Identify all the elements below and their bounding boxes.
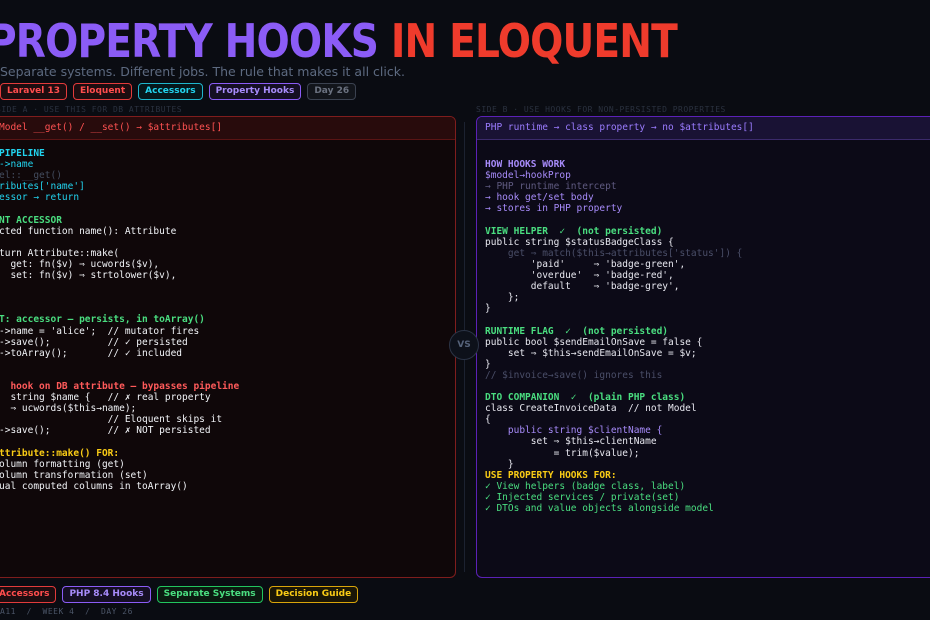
hooks-panel-body: HOW HOOKS WORK $model→hookProp → PHP runti… [477,140,930,514]
code-line: essor → return [0,192,80,204]
code-line: hook on DB attribute — bypasses pipeline [0,380,240,392]
title-part-1: PROPERTY HOOKS [0,14,379,68]
code-line: olumn formatting (get) [0,458,125,470]
code-line: NT ACCESSOR [0,214,74,226]
subtitle: Separate systems. Different jobs. The ru… [0,64,405,79]
tag-day: Day 26 [307,83,357,100]
bottom-tag-separate-systems: Separate Systems [156,586,263,603]
code-line: USE PROPERTY HOOKS FOR: [485,469,617,481]
hooks-panel-header: PHP runtime → class property → no $attri… [477,117,930,140]
code-line: VIEW HELPER ✓ (not persisted) [485,225,663,237]
code-line: T: accessor — persists, in toArray() [0,314,205,326]
code-line: public string $statusBadgeClass { [485,236,674,248]
tag-laravel: Laravel 13 [0,83,68,100]
code-line: ✓ Injected services / private(set) [485,491,680,503]
left-column-label: SIDE A · USE THIS FOR DB ATTRIBUTES [0,105,183,114]
accessor-panel: Model __get() / __set() → $attributes[] … [0,116,456,578]
bottom-tag-php-hooks: PHP 8.4 Hooks [62,586,151,603]
bottom-tag-decision-guide: Decision Guide [268,586,359,603]
tag-eloquent: Eloquent [73,83,133,100]
code-line: get: fn($v) ⇒ ucwords($v), [0,258,160,270]
code-line: → stores in PHP property [485,203,623,215]
bottom-tag-accessors: Accessors [0,586,57,603]
code-line: default ⇒ 'badge-grey', [485,281,680,293]
code-line: ✓ View helpers (badge class, label) [485,480,686,492]
page-title: PROPERTY HOOKS IN ELOQUENT [0,18,678,64]
accessor-panel-body: PIPELINE ->name el::__get() ributes['name']… [0,140,455,492]
code-line: 'paid' ⇒ 'badge-green', [485,258,686,270]
tag-property-hooks: Property Hooks [208,83,302,100]
code-line: }; [485,292,520,304]
code-line: ⇒ ucwords($this→name); [0,403,137,415]
code-line: olumn transformation (set) [0,469,148,481]
code-line: get ⇒ match($this→attributes['status']) … [485,247,743,259]
code-line: } [485,303,491,315]
code-line: set ⇒ $this→clientName [485,436,657,448]
code-line: public bool $sendEmailOnSave = false { [485,336,703,348]
hooks-panel: PHP runtime → class property → no $attri… [476,116,930,578]
bottom-tag-row: Accessors PHP 8.4 Hooks Separate Systems… [0,586,359,603]
code-line: ributes['name'] [0,181,85,193]
code-line: HOW HOOKS WORK [485,159,566,171]
code-line: ual computed columns in toArray() [0,480,188,492]
title-part-2: IN ELOQUENT [390,14,678,68]
code-line: ->name [0,159,34,171]
accessor-panel-header: Model __get() / __set() → $attributes[] [0,117,455,140]
code-line: ->save(); // ✗ NOT persisted [0,425,211,437]
code-line: class CreateInvoiceData // not Model [485,403,697,415]
code-line: $model→hookProp [485,170,571,182]
code-line: public string $clientName { [485,425,663,437]
code-line: RUNTIME FLAG ✓ (not persisted) [485,325,669,337]
code-line: = trim($value); [485,447,640,459]
tag-row: Laravel 13 Eloquent Accessors Property H… [0,83,357,100]
code-line: // $invoice→save() ignores this [485,369,663,381]
code-line: turn Attribute::make( [0,247,120,259]
code-line: cted function name(): Attribute [0,225,177,237]
code-line: } [485,358,491,370]
code-line: ✓ DTOs and value objects alongside model [485,503,714,514]
code-line: ttribute::make() FOR: [0,447,120,459]
code-line: string $name { // ✗ real property [0,392,211,404]
code-line: 'overdue' ⇒ 'badge-red', [485,270,674,282]
code-line: // Eloquent skips it [0,414,223,426]
code-line: PIPELINE [0,148,45,159]
code-line: el::__get() [0,170,62,182]
code-line: → PHP runtime intercept [485,181,617,193]
code-line: → hook get/set body [485,192,594,204]
code-line: ->toArray(); // ✓ included [0,347,183,359]
code-line: ->name = 'alice'; // mutator fires [0,325,200,337]
code-line: { [485,414,491,426]
code-line: ->save(); // ✓ persisted [0,336,188,348]
code-line: set ⇒ $this→sendEmailOnSave = $v; [485,347,697,359]
tag-accessors: Accessors [138,83,203,100]
vs-badge: VS [449,330,479,360]
code-line: set: fn($v) ⇒ strtolower($v), [0,270,177,282]
right-column-label: SIDE B · USE HOOKS FOR NON-PERSISTED PRO… [476,105,726,114]
code-line: } [485,458,514,470]
code-line: DTO COMPANION ✓ (plain PHP class) [485,392,686,404]
footer-breadcrumb: A11 / WEEK 4 / DAY 26 [0,607,133,616]
